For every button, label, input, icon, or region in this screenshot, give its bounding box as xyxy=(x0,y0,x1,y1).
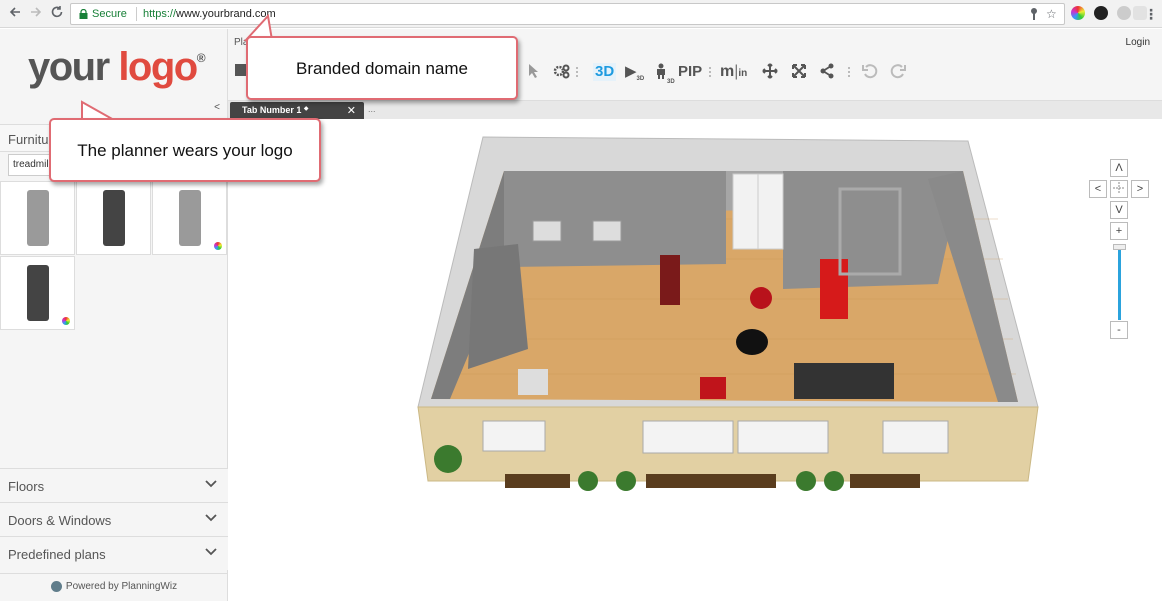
menu-kebab-icon[interactable]: ⋮ xyxy=(1142,5,1160,23)
share-icon[interactable] xyxy=(819,63,835,84)
forward-icon[interactable] xyxy=(27,5,45,23)
unit-meters: m xyxy=(720,63,735,80)
treadmill-image xyxy=(27,265,49,321)
first-person-button[interactable]: 3D xyxy=(655,63,675,91)
3d-viewport[interactable] xyxy=(228,119,1162,601)
plan-tabs: < Tab Number 1 ◆ ✕ ... xyxy=(214,101,1162,119)
catalog-item-treadmill-2[interactable] xyxy=(76,181,151,255)
zoom-slider-track[interactable] xyxy=(1118,250,1121,320)
dark-extension-icon[interactable] xyxy=(1094,6,1108,20)
accordion-label: Doors & Windows xyxy=(8,513,112,528)
color-extension-icon[interactable] xyxy=(1071,6,1085,20)
zoom-slider-handle[interactable] xyxy=(1113,244,1126,250)
accordion-label: Floors xyxy=(8,479,45,494)
treadmill-image xyxy=(103,190,125,246)
catalog-item-treadmill-1[interactable] xyxy=(0,181,75,255)
tab-label: Tab Number 1 xyxy=(242,105,302,115)
room-3d-render[interactable] xyxy=(228,119,1162,601)
add-tab-button[interactable]: ... xyxy=(368,104,376,114)
bookmark-star-icon[interactable]: ☆ xyxy=(1046,7,1057,21)
person-sub-label: 3D xyxy=(667,79,675,85)
furniture-section-title: Furnitu xyxy=(8,132,49,147)
toolbar-separator xyxy=(576,67,578,77)
color-options-icon[interactable] xyxy=(62,317,70,325)
logo-logo: logo xyxy=(118,45,198,89)
redo-icon[interactable] xyxy=(890,63,906,84)
tab-scroll-left[interactable]: < xyxy=(208,102,226,118)
chevron-down-icon xyxy=(205,480,217,488)
accordion-doors-windows[interactable]: Doors & Windows xyxy=(0,502,228,536)
callout-logo-text: The planner wears your logo xyxy=(77,141,293,160)
logo-your: your xyxy=(28,45,110,89)
undo-icon[interactable] xyxy=(862,63,878,84)
tab-number-1[interactable]: Tab Number 1 ◆ ✕ xyxy=(230,102,364,119)
treadmill-image xyxy=(179,190,201,246)
pan-right-button[interactable]: > xyxy=(1131,180,1149,198)
modified-indicator-icon: ◆ xyxy=(303,106,309,112)
chevron-down-icon xyxy=(205,514,217,522)
catalog-item-treadmill-4[interactable] xyxy=(0,256,75,330)
accordion-label: Predefined plans xyxy=(8,547,106,562)
select-cursor-icon[interactable] xyxy=(528,63,540,84)
key-icon[interactable] xyxy=(1029,7,1039,24)
treadmill-image xyxy=(27,190,49,246)
settings-gears-icon[interactable] xyxy=(553,63,571,84)
pan-left-button[interactable]: < xyxy=(1089,180,1107,198)
pan-up-button[interactable]: Λ xyxy=(1110,159,1128,177)
view-3d-button[interactable]: 3D xyxy=(593,63,617,81)
unit-inches: in xyxy=(738,68,748,79)
move-arrows-icon[interactable] xyxy=(762,63,778,84)
accordion-predefined-plans[interactable]: Predefined plans xyxy=(0,536,228,570)
brand-logo: your logo® xyxy=(28,45,206,90)
fullscreen-icon[interactable] xyxy=(791,63,807,84)
address-divider xyxy=(136,7,137,21)
zoom-in-button[interactable]: + xyxy=(1110,222,1128,240)
catalog-item-treadmill-3[interactable] xyxy=(152,181,227,255)
login-link[interactable]: Login xyxy=(1126,37,1150,48)
planningwiz-icon xyxy=(50,580,62,592)
back-icon[interactable] xyxy=(6,5,24,23)
walkthrough-play-button[interactable]: ▶3D xyxy=(625,63,644,88)
close-tab-icon[interactable]: ✕ xyxy=(347,104,356,117)
chevron-down-icon xyxy=(205,548,217,556)
toolbar-separator xyxy=(709,67,711,77)
browser-toolbar: Secure https://www.yourbrand.com ☆ ⋮ xyxy=(0,0,1162,28)
url-protocol: https:// xyxy=(143,8,177,20)
callout-domain-text: Branded domain name xyxy=(295,59,468,78)
reload-icon[interactable] xyxy=(48,5,66,23)
zoom-out-button[interactable]: - xyxy=(1110,321,1128,339)
accordion-floors[interactable]: Floors xyxy=(0,468,228,502)
play-sub-label: 3D xyxy=(636,76,645,82)
pip-button[interactable]: PIP xyxy=(678,63,702,81)
callout-branded-domain: Branded domain name xyxy=(246,36,518,100)
lock-icon xyxy=(79,9,88,19)
color-options-icon[interactable] xyxy=(214,242,222,250)
pan-center-icon[interactable] xyxy=(1110,180,1128,198)
powered-by-text: Powered by PlanningWiz xyxy=(65,581,178,592)
skype-extension-icon[interactable] xyxy=(1117,6,1131,20)
pan-down-button[interactable]: V xyxy=(1110,201,1128,219)
units-toggle[interactable]: m|in xyxy=(720,63,747,83)
callout-planner-logo: The planner wears your logo xyxy=(49,118,321,182)
secure-label: Secure xyxy=(92,8,127,20)
toolbar-separator xyxy=(848,67,850,77)
address-bar[interactable]: Secure https://www.yourbrand.com ☆ xyxy=(70,3,1065,25)
powered-by-footer[interactable]: Powered by PlanningWiz xyxy=(0,573,228,601)
logo-registered: ® xyxy=(196,51,206,65)
